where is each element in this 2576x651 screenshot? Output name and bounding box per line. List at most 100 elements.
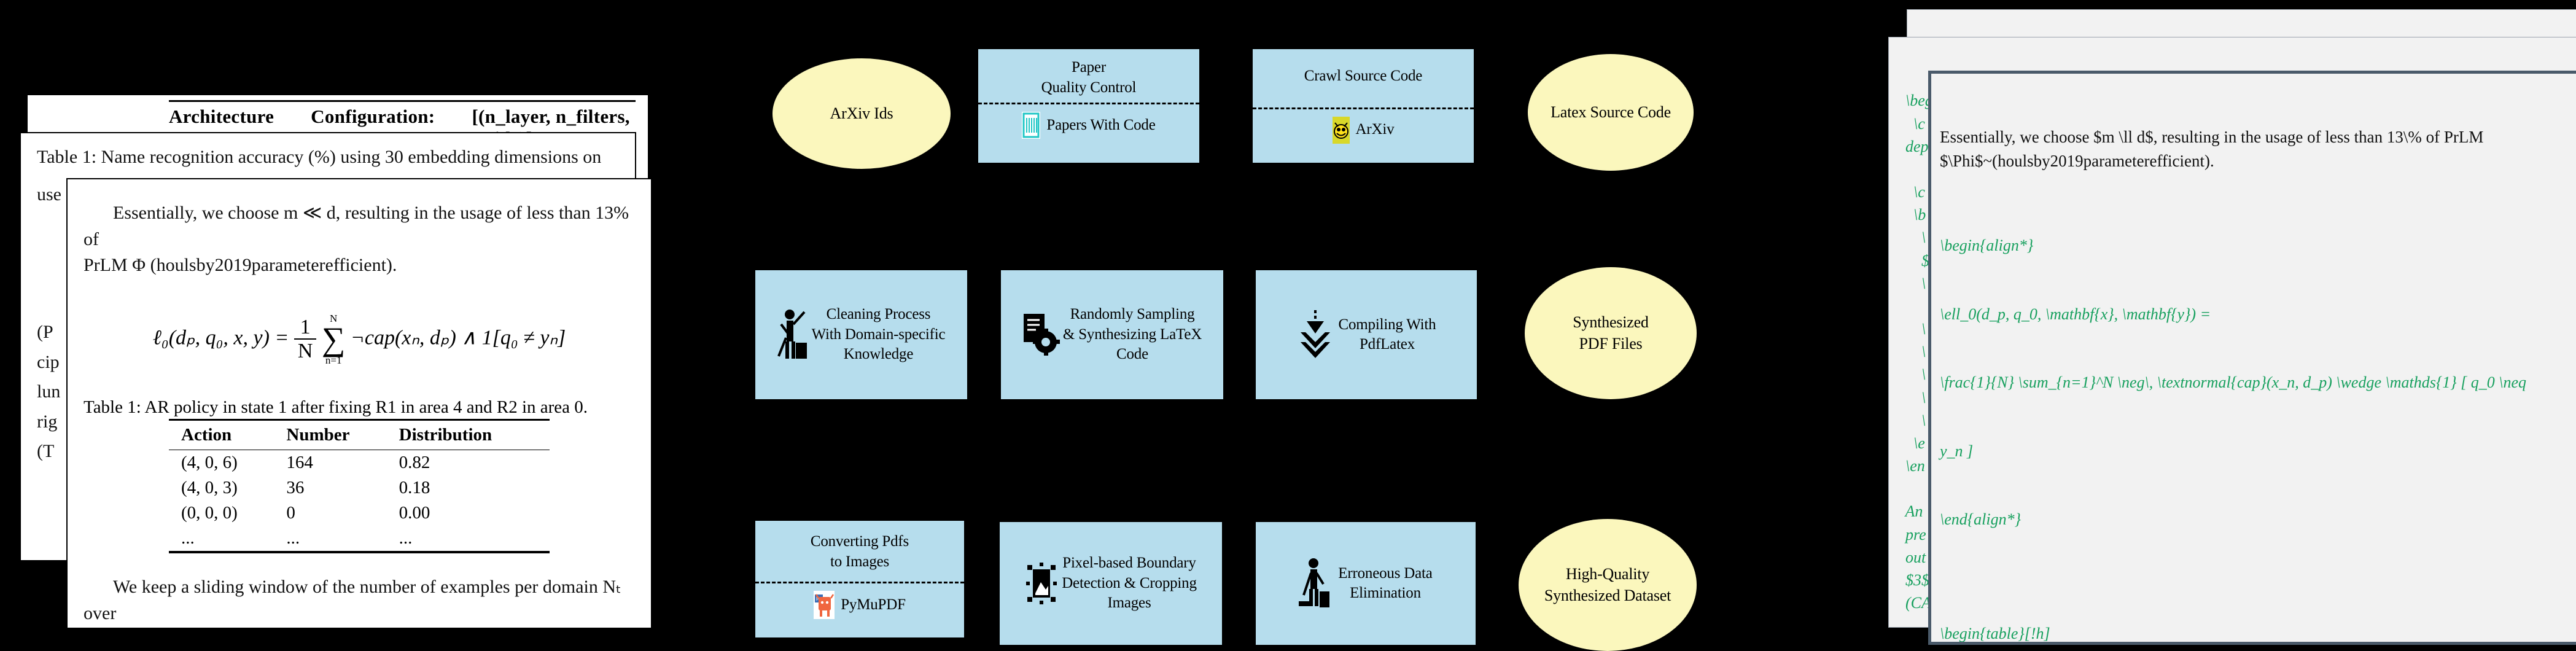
pdf-middle-caption-line: Table 1: Name recognition accuracy (%) u… [37, 147, 602, 167]
clipped-line-3: lun [37, 381, 61, 402]
tool-label: Papers With Code [1046, 116, 1156, 133]
table-header-row: Action Number Distribution [169, 420, 550, 450]
crop-image-icon [1025, 561, 1058, 606]
fraction-denominator: N [297, 340, 313, 363]
document-gear-icon [1022, 311, 1060, 358]
rendered-pdf-stack: Architecture Configuration: [(n_layer, n… [0, 95, 652, 629]
tex-para1-line2: $\Phi$~(houlsby2019parameterefficient). [1940, 151, 2214, 170]
code-line: y_n ] [1940, 442, 1974, 460]
arxiv-icon [1332, 116, 1350, 144]
node-compiling-pdflatex[interactable]: Compiling With PdfLatex [1256, 270, 1477, 399]
cell-distribution: 0.00 [399, 503, 430, 523]
node-high-quality-dataset[interactable]: High-Quality Synthesized Dataset [1519, 519, 1697, 651]
node-title-line-1: Paper [1072, 59, 1106, 76]
cell-action: (4, 0, 6) [181, 453, 238, 473]
cell-action: (0, 0, 0) [181, 503, 238, 523]
ar-policy-table: Action Number Distribution (4, 0, 6) 164… [169, 419, 550, 553]
node-line-1: Randomly Sampling [1070, 306, 1195, 323]
node-label: Latex Source Code [1551, 103, 1671, 121]
equation-fraction: 1 N [294, 316, 317, 363]
node-label: ArXiv Ids [830, 104, 893, 122]
node-latex-source-code[interactable]: Latex Source Code [1528, 54, 1694, 171]
node-converting-pdfs-to-images[interactable]: Converting Pdfs to Images Py PyMuPDF [755, 521, 964, 637]
cleaning-person-icon [777, 308, 809, 361]
download-chevrons-icon [1297, 309, 1334, 361]
node-line-2: With Domain-specific [811, 326, 946, 343]
code-line: \ell_0(d_p, q_0, \mathbf{x}, \mathbf{y})… [1940, 305, 2211, 323]
node-title-line-2: to Images [830, 553, 890, 570]
node-line-1: Synthesized [1573, 313, 1649, 331]
table-row: (0, 0, 0) 0 0.00 [169, 501, 550, 526]
cell-distribution: 0.82 [399, 453, 430, 473]
node-line-1: Pixel-based Boundary [1062, 555, 1196, 572]
fraction-numerator: 1 [294, 316, 317, 340]
clipped-line-4: rig [37, 411, 58, 432]
code-line: \begin{align*} [1940, 236, 2034, 255]
pdf-sheet-front: Essentially, we choose m ≪ d, resulting … [66, 178, 652, 629]
node-cleaning-process[interactable]: Cleaning Process With Domain-specific Kn… [755, 270, 967, 399]
cell-action: ... [181, 528, 195, 548]
papers-with-code-icon [1022, 112, 1041, 139]
cell-action: (4, 0, 3) [181, 478, 238, 498]
table-row: ... ... ... [169, 526, 550, 552]
cell-distribution: ... [399, 528, 413, 548]
node-arxiv-ids[interactable]: ArXiv Ids [772, 58, 951, 169]
clipped-line-1: (P [37, 322, 53, 342]
node-line-3: Knowledge [843, 346, 914, 363]
table-row: (4, 0, 6) 164 0.82 [169, 450, 550, 476]
node-randomly-sampling-synthesizing[interactable]: Randomly Sampling & Synthesizing LaTeX C… [1001, 270, 1223, 399]
clipped-line-5: (T [37, 441, 55, 462]
node-line-2: Detection & Cropping [1062, 574, 1197, 591]
tool-label: ArXiv [1355, 121, 1395, 138]
code-line: \end{align*} [1940, 510, 2021, 529]
table1-caption: Table 1: AR policy in state 1 after fixi… [84, 397, 588, 418]
node-pixel-boundary-detection[interactable]: Pixel-based Boundary Detection & Croppin… [1000, 522, 1222, 645]
tex-front-paragraph-1: Essentially, we choose $m \ll d$, result… [1940, 125, 2570, 173]
pymupdf-icon: Py [814, 591, 835, 619]
cell-number: 36 [286, 478, 305, 498]
tool-row[interactable]: ArXiv [1326, 109, 1401, 151]
node-line-1: Erroneous Data [1338, 564, 1433, 582]
cell-number: ... [286, 528, 300, 548]
node-line-2: & Synthesizing LaTeX [1062, 326, 1202, 343]
node-synthesized-pdf-files[interactable]: Synthesized PDF Files [1525, 267, 1697, 399]
cell-number: 164 [286, 453, 313, 473]
closing-line-2: the last r training rounds. [84, 626, 635, 628]
th-distribution: Distribution [399, 425, 492, 445]
code-line: \frac{1}{N} \sum_{n=1}^N \neg\, \textnor… [1940, 373, 2527, 392]
equation-lhs: ℓ₀(dₚ, q₀, x, y) = [152, 326, 289, 349]
pipeline-flow-diagram: ArXiv Ids Paper Quality Control Papers W [755, 0, 1713, 651]
node-line-1: Compiling With [1338, 316, 1436, 333]
node-title-line-1: Crawl Source Code [1304, 68, 1423, 84]
loss-equation: ℓ₀(dₚ, q₀, x, y) = 1 N N ∑ n=1 ¬cap(xₙ, … [84, 313, 635, 365]
tool-row[interactable]: Papers With Code [1016, 104, 1161, 146]
node-line-2: PDF Files [1579, 334, 1643, 353]
tool-label: PyMuPDF [841, 596, 906, 613]
node-line-2: Elimination [1350, 585, 1421, 601]
node-line-3: Images [1107, 594, 1151, 612]
node-title-line-2: Quality Control [1041, 79, 1137, 96]
paragraph-line-1: Essentially, we choose m ≪ d, resulting … [84, 203, 629, 249]
node-line-3: Code [1116, 346, 1148, 363]
node-line-2: PdfLatex [1359, 336, 1415, 353]
paragraph-line-2: PrLM Φ (houlsby2019parameterefficient). [84, 255, 397, 276]
cell-number: 0 [286, 503, 295, 523]
node-title-line-1: Converting Pdfs [810, 533, 909, 550]
th-number: Number [286, 425, 350, 445]
node-line-1: High-Quality [1565, 564, 1650, 583]
tex-front-code-block: \begin{align*} \ell_0(d_p, q_0, \mathbf{… [1940, 189, 2570, 643]
table-row: (4, 0, 3) 36 0.18 [169, 475, 550, 501]
tex-para1-line1: Essentially, we choose $m \ll d$, result… [1940, 128, 2484, 147]
node-erroneous-data-elimination[interactable]: Erroneous Data Elimination [1256, 522, 1476, 645]
node-crawl-source-code[interactable]: Crawl Source Code ArXiv [1253, 49, 1474, 163]
node-paper-quality-control[interactable]: Paper Quality Control Papers With Code [978, 49, 1199, 163]
pdf-middle-clipped-column: (P cip lun rig (T [37, 318, 60, 467]
code-line: \begin{table}[!h] [1940, 625, 2050, 643]
th-action: Action [181, 425, 232, 445]
cell-distribution: 0.18 [399, 478, 430, 498]
tex-sheet-front: Essentially, we choose $m \ll d$, result… [1928, 71, 2576, 645]
tool-row[interactable]: Py PyMuPDF [807, 583, 912, 626]
latex-source-stack: \begin{table*}[!h] \centering \begin{tab… [1830, 3, 2576, 651]
summation-symbol: N ∑ n=1 [321, 312, 346, 367]
closing-line-1: We keep a sliding window of the number o… [84, 577, 621, 623]
